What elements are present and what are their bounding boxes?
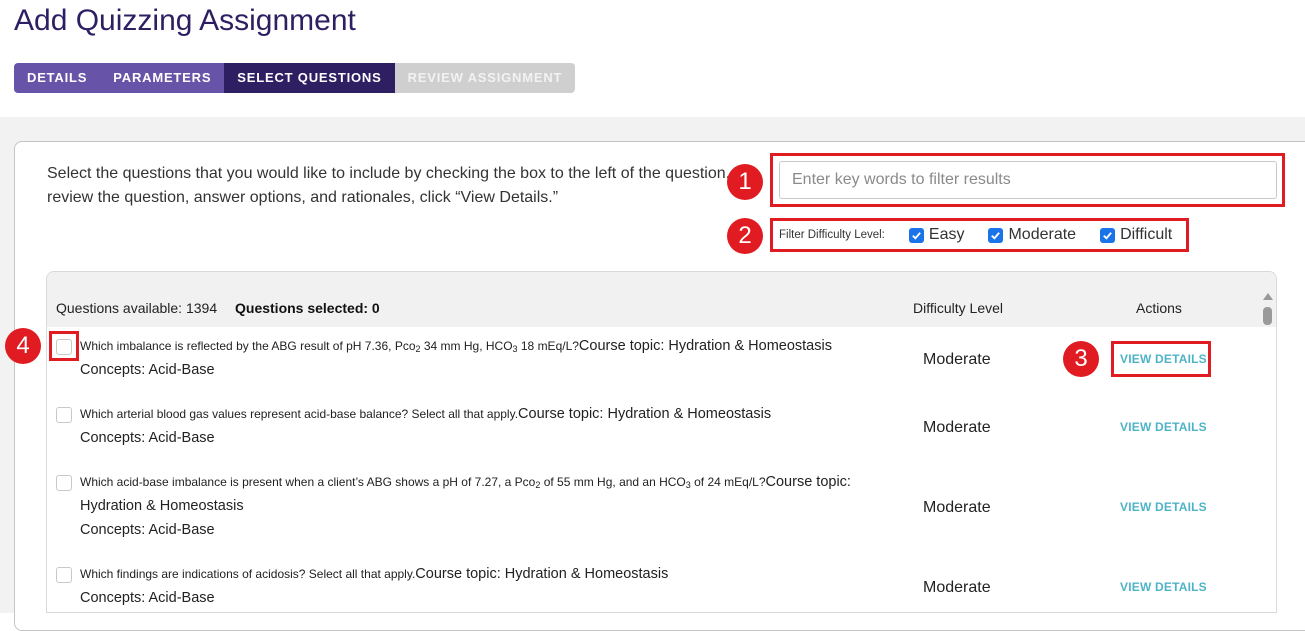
question-concept: Concepts: Acid-Base [80,522,215,538]
annotation-badge-1: 1 [727,164,763,200]
annotation-badge-2: 2 [727,218,763,254]
questions-table: Questions available: 1394 Questions sele… [46,271,1277,613]
difficulty-filter: Filter Difficulty Level: Easy Moderate D… [770,218,1189,252]
instructions-line-1: Select the questions that you would like… [47,165,747,182]
question-concept: Concepts: Acid-Base [80,590,215,606]
filter-easy[interactable]: Easy [908,226,965,244]
scroll-up-arrow-icon[interactable] [1263,293,1273,300]
questions-selected: Questions selected: 0 [235,300,380,316]
step-nav: DETAILS PARAMETERS SELECT QUESTIONS REVI… [14,63,576,93]
question-difficulty: Moderate [923,351,991,368]
course-topic: Course topic: Hydration & Homeostasis [415,566,669,582]
checkbox-highlight [49,331,79,361]
scrollbar-thumb[interactable] [1263,307,1272,325]
view-details-button[interactable]: VIEW DETAILS [1120,420,1207,434]
view-details-button[interactable]: VIEW DETAILS [1120,500,1207,514]
table-header: Questions available: 1394 Questions sele… [47,272,1276,327]
course-topic: Course topic: [765,474,851,490]
course-topic: Course topic: Hydration & Homeostasis [518,406,772,422]
course-topic: Course topic: Hydration & Homeostasis [578,338,832,354]
question-text: Which acid-base imbalance is present whe… [80,474,851,490]
checkbox-checked-icon[interactable] [988,227,1004,243]
view-details-highlight [1111,341,1211,377]
filter-difficult[interactable]: Difficult [1100,226,1172,244]
filter-moderate-label: Moderate [1008,226,1077,243]
question-concept: Concepts: Acid-Base [80,430,215,446]
step-details[interactable]: DETAILS [14,63,101,93]
question-text: Which arterial blood gas values represen… [80,406,772,422]
filter-easy-label: Easy [928,226,965,243]
step-select-questions[interactable]: SELECT QUESTIONS [224,63,395,93]
column-header-actions: Actions [1136,300,1182,316]
filter-label: Filter Difficulty Level: [779,229,885,241]
row-checkbox[interactable] [56,407,72,423]
row-checkbox[interactable] [56,567,72,583]
view-details-button[interactable]: VIEW DETAILS [1120,580,1207,594]
course-topic-continued: Hydration & Homeostasis [80,498,244,514]
step-parameters[interactable]: PARAMETERS [100,63,225,93]
search-input[interactable] [779,161,1277,199]
step-review-assignment[interactable]: REVIEW ASSIGNMENT [394,63,576,93]
annotation-badge-3: 3 [1063,341,1099,377]
instructions-line-2: review the question, answer options, and… [47,189,559,206]
checkbox-checked-icon[interactable] [908,227,924,243]
question-difficulty: Moderate [923,579,991,596]
question-difficulty: Moderate [923,419,991,436]
row-checkbox[interactable] [56,475,72,491]
filter-difficult-label: Difficult [1120,226,1173,243]
questions-available: Questions available: 1394 [56,300,218,316]
instructions-text: Select the questions that you would like… [47,162,747,210]
question-text: Which imbalance is reflected by the ABG … [80,338,832,354]
filter-moderate[interactable]: Moderate [988,226,1076,244]
question-difficulty: Moderate [923,499,991,516]
checkbox-checked-icon[interactable] [1100,227,1116,243]
page-title: Add Quizzing Assignment [14,4,356,37]
question-concept: Concepts: Acid-Base [80,362,215,378]
question-text: Which findings are indications of acidos… [80,566,669,582]
column-header-difficulty: Difficulty Level [913,300,1004,316]
annotation-badge-4: 4 [5,328,41,364]
